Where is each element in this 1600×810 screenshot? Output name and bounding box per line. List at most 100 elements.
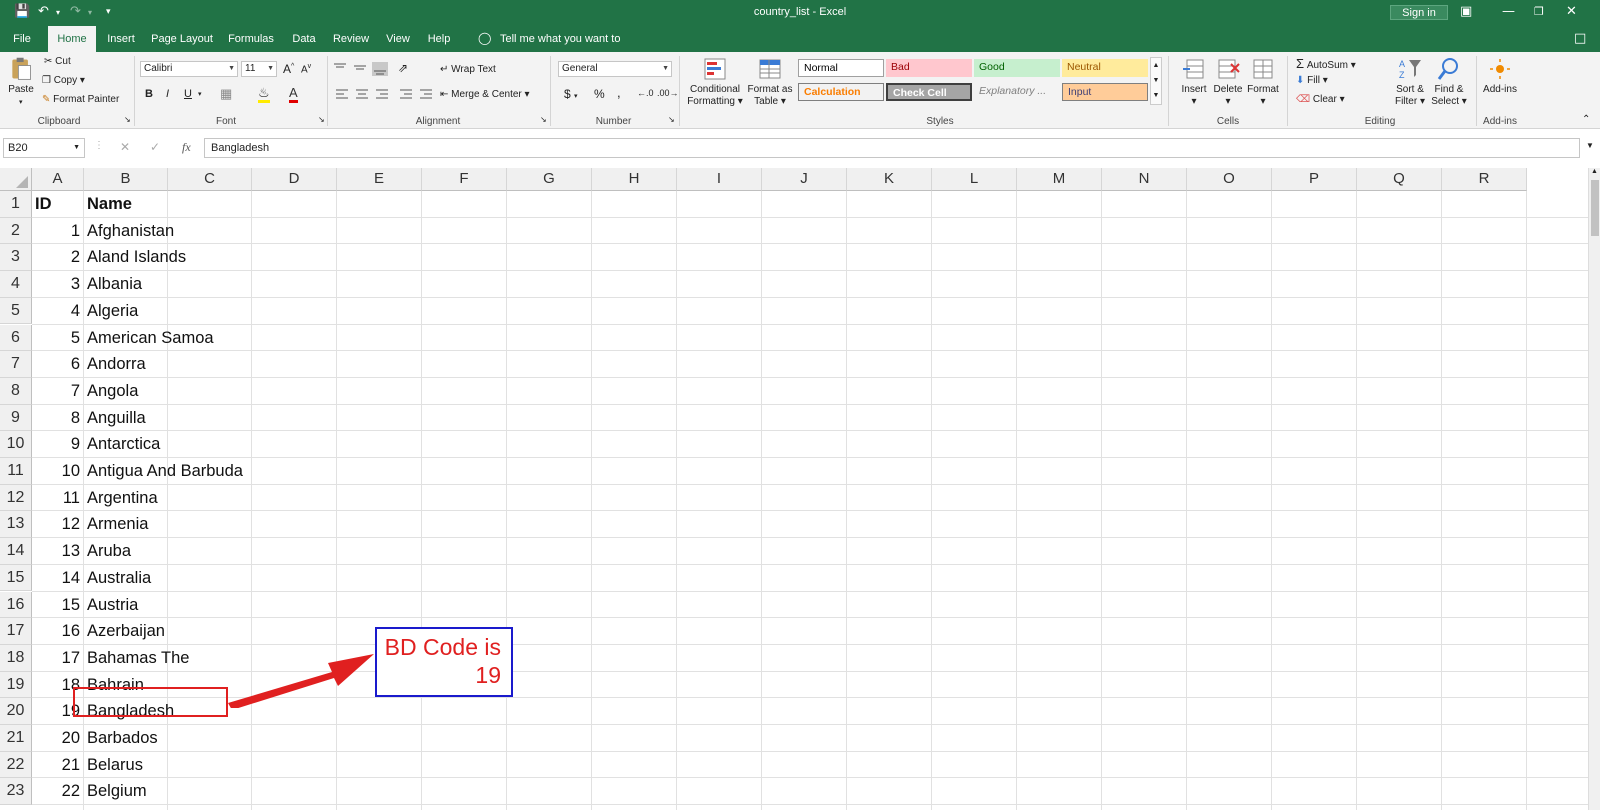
- row-header-1[interactable]: 1: [0, 191, 32, 218]
- cancel-icon[interactable]: ✕: [120, 140, 130, 154]
- cell-b12[interactable]: Argentina: [87, 485, 158, 511]
- worksheet-grid[interactable]: ABCDEFGHIJKLMNOPQR 1 ID Name 2 1 Afghanistan 3…: [0, 168, 1588, 810]
- row-header-4[interactable]: 4: [0, 271, 32, 298]
- cell-b21[interactable]: Barbados: [87, 725, 158, 751]
- collapse-ribbon-icon[interactable]: ⌃: [1582, 114, 1590, 125]
- font-color-icon[interactable]: A: [289, 85, 298, 103]
- enter-icon[interactable]: ✓: [150, 140, 160, 154]
- decrease-decimal-icon[interactable]: .00→: [657, 88, 679, 98]
- column-header-k[interactable]: K: [847, 168, 932, 191]
- cell-b17[interactable]: Azerbaijan: [87, 618, 165, 644]
- row-header-7[interactable]: 7: [0, 351, 32, 378]
- cell-b7[interactable]: Andorra: [87, 351, 146, 377]
- cell-b10[interactable]: Antarctica: [87, 431, 160, 457]
- name-box[interactable]: B20 ▼: [3, 138, 85, 158]
- cell-b9[interactable]: Anguilla: [87, 405, 146, 431]
- cell-b6[interactable]: American Samoa: [87, 325, 214, 351]
- column-header-c[interactable]: C: [168, 168, 252, 191]
- cell-a16[interactable]: 15: [32, 592, 80, 618]
- comments-icon[interactable]: □: [1574, 31, 1586, 46]
- tab-data[interactable]: Data: [288, 26, 320, 52]
- sort-filter-button[interactable]: AZ Sort & Filter ▾: [1392, 56, 1428, 108]
- row-header-6[interactable]: 6: [0, 324, 32, 352]
- column-header-d[interactable]: D: [252, 168, 337, 191]
- addins-button[interactable]: Add-ins: [1478, 56, 1522, 96]
- tell-me-search[interactable]: Tell me what you want to do: [500, 26, 630, 71]
- cell-a13[interactable]: 12: [32, 511, 80, 537]
- cell-a8[interactable]: 7: [32, 378, 80, 404]
- currency-button[interactable]: $ ▾: [564, 87, 578, 101]
- row-header-16[interactable]: 16: [0, 591, 32, 619]
- cell-a7[interactable]: 6: [32, 351, 80, 377]
- tab-view[interactable]: View: [382, 26, 414, 52]
- tab-insert[interactable]: Insert: [104, 26, 138, 52]
- tab-home[interactable]: Home: [48, 26, 96, 53]
- fill-button[interactable]: ⬇ Fill ▾: [1296, 75, 1328, 86]
- autosum-button[interactable]: Σ AutoSum ▾: [1296, 56, 1356, 71]
- paste-button[interactable]: Paste: [6, 56, 36, 96]
- cell-a14[interactable]: 13: [32, 538, 80, 564]
- cell-a22[interactable]: 21: [32, 752, 80, 778]
- row-header-10[interactable]: 10: [0, 431, 32, 458]
- format-as-table-button[interactable]: Format as Table ▾: [746, 56, 794, 108]
- column-header-r[interactable]: R: [1442, 168, 1527, 191]
- row-header-12[interactable]: 12: [0, 484, 32, 512]
- cell-a21[interactable]: 20: [32, 725, 80, 751]
- cell-a17[interactable]: 16: [32, 618, 80, 644]
- column-header-j[interactable]: J: [762, 168, 847, 191]
- cell-a15[interactable]: 14: [32, 565, 80, 591]
- format-cells-button[interactable]: Format ▾: [1244, 56, 1282, 108]
- insert-cells-button[interactable]: Insert ▾: [1176, 56, 1212, 108]
- font-size-select[interactable]: 11 ▼: [241, 61, 277, 77]
- cell-b4[interactable]: Albania: [87, 271, 142, 297]
- vertical-align-icons[interactable]: [334, 62, 404, 76]
- bold-button[interactable]: B: [145, 88, 153, 100]
- font-launcher-icon[interactable]: ↘: [318, 115, 325, 124]
- font-name-select[interactable]: Calibri ▼: [140, 61, 238, 77]
- restore-icon[interactable]: ❐: [1534, 5, 1544, 18]
- row-header-21[interactable]: 21: [0, 725, 32, 752]
- column-header-i[interactable]: I: [677, 168, 762, 191]
- number-format-select[interactable]: General ▼: [558, 61, 672, 77]
- column-header-h[interactable]: H: [592, 168, 677, 191]
- cell-a12[interactable]: 11: [32, 485, 80, 511]
- expand-formula-bar-icon[interactable]: ▼: [1586, 141, 1594, 150]
- underline-dropdown-icon[interactable]: ▾: [198, 90, 202, 98]
- increase-font-icon[interactable]: A^: [283, 62, 294, 76]
- sign-in-button[interactable]: Sign in: [1390, 5, 1448, 20]
- row-header-20[interactable]: 20: [0, 698, 32, 725]
- column-header-n[interactable]: N: [1102, 168, 1187, 191]
- style-explanatory[interactable]: Explanatory ...: [974, 83, 1060, 101]
- column-header-m[interactable]: M: [1017, 168, 1102, 191]
- clear-button[interactable]: ⌫ Clear ▾: [1296, 94, 1345, 105]
- cut-button[interactable]: ✂ Cut: [44, 56, 71, 67]
- tab-help[interactable]: Help: [424, 26, 454, 52]
- scroll-up-icon[interactable]: ▲: [1591, 168, 1598, 175]
- cell-b16[interactable]: Austria: [87, 592, 138, 618]
- vertical-scrollbar[interactable]: ▲: [1588, 168, 1600, 810]
- cell-a4[interactable]: 3: [32, 271, 80, 297]
- column-header-q[interactable]: Q: [1357, 168, 1442, 191]
- cell-b18[interactable]: Bahamas The: [87, 645, 189, 671]
- row-header-17[interactable]: 17: [0, 618, 32, 645]
- ribbon-display-icon[interactable]: ▣: [1460, 4, 1472, 19]
- tab-page-layout[interactable]: Page Layout: [148, 26, 216, 52]
- style-normal[interactable]: Normal: [798, 59, 884, 77]
- italic-button[interactable]: I: [166, 88, 169, 100]
- row-header-11[interactable]: 11: [0, 458, 32, 485]
- merge-center-button[interactable]: ⇤ Merge & Center ▾: [440, 89, 530, 100]
- row-header-13[interactable]: 13: [0, 511, 32, 539]
- row-header-23[interactable]: 23: [0, 778, 32, 806]
- percent-button[interactable]: %: [594, 87, 605, 101]
- row-header-3[interactable]: 3: [0, 244, 32, 272]
- row-header-15[interactable]: 15: [0, 564, 32, 592]
- cell-a11[interactable]: 10: [32, 458, 80, 484]
- column-header-o[interactable]: O: [1187, 168, 1272, 191]
- cell-b8[interactable]: Angola: [87, 378, 138, 404]
- orientation-icon[interactable]: ⇗: [398, 61, 408, 75]
- cell-b11[interactable]: Antigua And Barbuda: [87, 458, 243, 484]
- column-header-b[interactable]: B: [84, 168, 168, 191]
- row-header-22[interactable]: 22: [0, 751, 32, 779]
- cell-b23[interactable]: Belgium: [87, 778, 147, 804]
- row-header-5[interactable]: 5: [0, 297, 32, 325]
